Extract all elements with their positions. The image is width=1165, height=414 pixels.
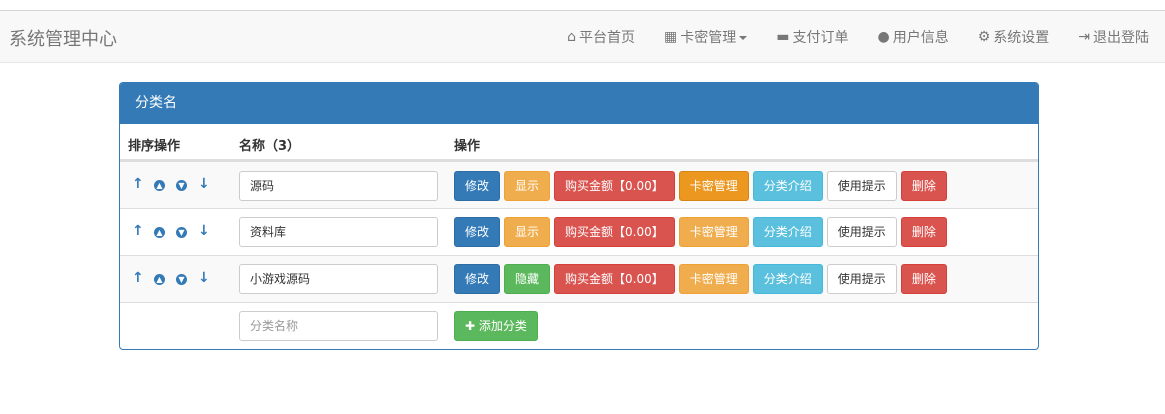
move-down-icon[interactable]: ▼: [176, 270, 198, 286]
move-top-icon[interactable]: ↑: [132, 270, 154, 286]
new-category-row: 分类名称 ✚ 添加分类: [120, 302, 1038, 349]
sort-controls: ↑ ▲ ▼ ↓: [132, 223, 220, 239]
table-header: 排序操作 名称（3） 操作: [120, 124, 1038, 161]
edit-button[interactable]: 修改: [454, 171, 501, 201]
usage-tips-button[interactable]: 使用提示: [826, 171, 897, 201]
header-name: 名称（3）: [239, 139, 301, 154]
nav-user-info-label: 用户信息: [892, 30, 949, 46]
plus-icon: ✚: [465, 319, 476, 333]
header-actions: 操作: [454, 139, 481, 154]
logout-icon: ⇥: [1078, 29, 1090, 45]
nav-home-label: 平台首页: [579, 30, 636, 46]
home-icon: ⌂: [567, 29, 577, 45]
card-management-button[interactable]: 卡密管理: [678, 264, 749, 294]
sort-controls: ↑ ▲ ▼ ↓: [132, 176, 220, 192]
move-bottom-icon[interactable]: ↓: [198, 223, 220, 239]
nav-user-info[interactable]: ● 用户信息: [877, 11, 948, 63]
toggle-visibility-button[interactable]: 隐藏: [504, 264, 551, 294]
caret-down-icon: [739, 36, 748, 40]
nav-card-management[interactable]: ▦ 卡密管理: [664, 11, 748, 63]
price-button[interactable]: 购买金额【0.00】: [554, 217, 675, 247]
table-row: ↑ ▲ ▼ ↓ 小游戏源码 修改 隐藏 购买金额【0.00】 卡密管理 分类介绍…: [120, 255, 1038, 302]
usage-tips-button[interactable]: 使用提示: [826, 264, 897, 294]
nav-card-management-label: 卡密管理: [680, 30, 737, 46]
row-actions: 修改 隐藏 购买金额【0.00】 卡密管理 分类介绍 使用提示 删除: [454, 264, 951, 294]
move-bottom-icon[interactable]: ↓: [198, 270, 220, 286]
new-category-input[interactable]: 分类名称: [239, 311, 438, 341]
add-category-label: 添加分类: [478, 319, 527, 333]
card-management-button[interactable]: 卡密管理: [678, 171, 749, 201]
move-top-icon[interactable]: ↑: [132, 223, 154, 239]
category-intro-button[interactable]: 分类介绍: [752, 264, 823, 294]
nav-payment-orders-label: 支付订单: [792, 30, 849, 46]
card-management-button[interactable]: 卡密管理: [678, 217, 749, 247]
brand-title[interactable]: 系统管理中心: [9, 25, 117, 51]
category-panel: 分类名 排序操作 名称（3） 操作 ↑ ▲ ▼ ↓ 源码 修改 显示 购买金额【…: [119, 82, 1039, 350]
nav-system-settings-label: 系统设置: [993, 30, 1050, 46]
move-bottom-icon[interactable]: ↓: [198, 176, 220, 192]
table-row: ↑ ▲ ▼ ↓ 源码 修改 显示 购买金额【0.00】 卡密管理 分类介绍 使用…: [120, 161, 1038, 208]
delete-button[interactable]: 删除: [900, 217, 947, 247]
price-button[interactable]: 购买金额【0.00】: [554, 264, 675, 294]
price-button[interactable]: 购买金额【0.00】: [554, 171, 675, 201]
top-border: [0, 0, 1165, 11]
nav-logout[interactable]: ⇥ 退出登陆: [1078, 11, 1149, 63]
move-down-icon[interactable]: ▼: [176, 223, 198, 239]
delete-button[interactable]: 删除: [900, 264, 947, 294]
navbar: 系统管理中心 ⌂ 平台首页 ▦ 卡密管理 ▬ 支付订单 ● 用户信息 ⚙ 系统设…: [0, 11, 1165, 63]
move-up-icon[interactable]: ▲: [154, 270, 176, 286]
new-category-actions: ✚ 添加分类: [454, 311, 542, 341]
nav-payment-orders[interactable]: ▬ 支付订单: [776, 11, 848, 63]
move-top-icon[interactable]: ↑: [132, 176, 154, 192]
nav-logout-label: 退出登陆: [1093, 30, 1149, 46]
category-name-input[interactable]: 源码: [239, 171, 438, 201]
panel-title: 分类名: [120, 83, 1038, 124]
nav-home[interactable]: ⌂ 平台首页: [567, 11, 635, 63]
move-up-icon[interactable]: ▲: [154, 176, 176, 192]
table-row: ↑ ▲ ▼ ↓ 资料库 修改 显示 购买金额【0.00】 卡密管理 分类介绍 使…: [120, 208, 1038, 255]
delete-button[interactable]: 删除: [900, 171, 947, 201]
category-intro-button[interactable]: 分类介绍: [752, 171, 823, 201]
category-intro-button[interactable]: 分类介绍: [752, 217, 823, 247]
usage-tips-button[interactable]: 使用提示: [826, 217, 897, 247]
user-icon: ●: [877, 29, 890, 45]
move-down-icon[interactable]: ▼: [176, 176, 198, 192]
edit-button[interactable]: 修改: [454, 264, 501, 294]
row-actions: 修改 显示 购买金额【0.00】 卡密管理 分类介绍 使用提示 删除: [454, 171, 951, 201]
row-actions: 修改 显示 购买金额【0.00】 卡密管理 分类介绍 使用提示 删除: [454, 217, 951, 247]
sort-controls: ↑ ▲ ▼ ↓: [132, 270, 220, 286]
toggle-visibility-button[interactable]: 显示: [504, 171, 551, 201]
header-sort: 排序操作: [128, 139, 181, 154]
edit-button[interactable]: 修改: [454, 217, 501, 247]
credit-card-icon: ▬: [776, 29, 790, 45]
add-category-button[interactable]: ✚ 添加分类: [454, 311, 538, 341]
toggle-visibility-button[interactable]: 显示: [504, 217, 551, 247]
grid-icon: ▦: [664, 29, 678, 45]
move-up-icon[interactable]: ▲: [154, 223, 176, 239]
gear-icon: ⚙: [977, 29, 991, 45]
category-name-input[interactable]: 资料库: [239, 217, 438, 247]
nav-system-settings[interactable]: ⚙ 系统设置: [978, 11, 1050, 63]
category-name-input[interactable]: 小游戏源码: [239, 264, 438, 294]
nav-menu: ⌂ 平台首页 ▦ 卡密管理 ▬ 支付订单 ● 用户信息 ⚙ 系统设置 ⇥ 退出登…: [567, 11, 1165, 63]
